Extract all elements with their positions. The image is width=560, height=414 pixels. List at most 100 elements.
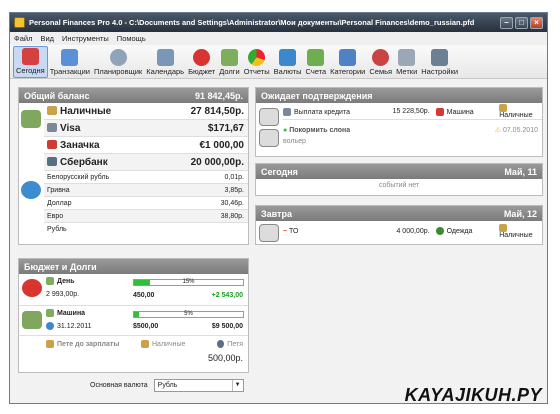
toolbar-categories[interactable]: Категории bbox=[328, 46, 367, 78]
menu-help[interactable]: Помощь bbox=[117, 34, 146, 43]
minimize-button[interactable]: – bbox=[500, 16, 513, 29]
accounts-icon bbox=[21, 110, 41, 128]
currency-row[interactable]: Белорусский рубль 0,01р. bbox=[44, 171, 248, 184]
main-currency-select[interactable]: Рубль ▼ bbox=[153, 379, 244, 392]
budget-car-row[interactable]: Машина 31.12.2011 5% $500,00 $9 500,00 bbox=[19, 306, 248, 336]
toolbar-transactions[interactable]: Транзакции bbox=[48, 46, 92, 78]
account-row-visa[interactable]: Visa $171,67 bbox=[44, 120, 248, 137]
card-icon bbox=[283, 107, 291, 116]
menu-bar: Файл Вид Инструменты Помощь bbox=[10, 32, 547, 45]
today-date: Май, 11 bbox=[504, 166, 537, 177]
pending-title: Ожидает подтверждения bbox=[261, 90, 373, 101]
toolbar-reports[interactable]: Отчеты bbox=[242, 46, 272, 78]
toolbar-label: Долги bbox=[219, 67, 240, 76]
budget-car-date: 31.12.2011 bbox=[57, 322, 92, 330]
budget-day-left: +2 543,00 bbox=[211, 292, 243, 299]
menu-tools[interactable]: Инструменты bbox=[62, 34, 109, 43]
debt-row[interactable]: Пете до зарплаты Наличные Петя 500,00р. bbox=[19, 336, 248, 370]
cash-icon bbox=[499, 104, 508, 112]
cash-icon bbox=[47, 106, 57, 116]
tomorrow-item-amount: 4 000,00р. bbox=[396, 227, 430, 235]
budget-car-total: $9 500,00 bbox=[211, 323, 243, 330]
toolbar-budget[interactable]: Бюджет bbox=[186, 46, 217, 78]
pending-panel: Ожидает подтверждения Выплата кредита 15… bbox=[255, 87, 543, 157]
progress-percent: 5% bbox=[184, 311, 193, 317]
transactions-icon bbox=[61, 49, 79, 66]
toolbar-label: Сегодня bbox=[16, 66, 45, 75]
pending-item[interactable]: Выплата кредита 15 228,50р. Машина Налич… bbox=[283, 104, 542, 120]
tomorrow-header: Завтра Май, 12 bbox=[256, 206, 542, 221]
piggy-bank-icon bbox=[22, 279, 42, 297]
accounts-list: Наличные 27 814,50р. Visa $171,67 Заначка €… bbox=[44, 103, 248, 171]
debt-amount: 500,00р. bbox=[207, 353, 243, 363]
today-title: Сегодня bbox=[261, 166, 298, 177]
toolbar-label: Календарь bbox=[146, 67, 185, 76]
toolbar-scheduler[interactable]: Планировщик bbox=[92, 46, 144, 78]
balance-title: Общий баланс bbox=[24, 90, 90, 101]
pending-item-account: Наличные bbox=[499, 112, 533, 119]
toolbar: Сегодня Транзакции Планировщик Календарь… bbox=[10, 45, 547, 79]
pending-item-amount: 15 228,50р. bbox=[392, 108, 430, 115]
toolbar-label: Бюджет bbox=[188, 67, 216, 76]
day-icon bbox=[46, 277, 54, 285]
toolbar-debts[interactable]: Долги bbox=[217, 46, 241, 78]
currency-row[interactable]: Евро 38,80р. bbox=[44, 210, 248, 223]
budget-day-amount: 2 993,00р. bbox=[46, 291, 80, 298]
currency-value: 38,80р. bbox=[220, 212, 244, 220]
budget-panel: Бюджет и Долги День 2 993,00р. 15% 450,0… bbox=[18, 258, 249, 373]
toolbar-label: Категории bbox=[330, 67, 366, 76]
account-row-cash[interactable]: Наличные 27 814,50р. bbox=[44, 103, 248, 120]
task-name: Покормить слона bbox=[289, 126, 351, 134]
maximize-button[interactable]: □ bbox=[515, 16, 528, 29]
expense-minus-icon: − bbox=[283, 227, 288, 235]
tomorrow-panel: Завтра Май, 12 − ТО 4 000,00р. Одежда Нал… bbox=[255, 205, 543, 245]
account-name: Заначка bbox=[60, 139, 100, 151]
toolbar-currencies[interactable]: Валюты bbox=[272, 46, 304, 78]
warning-icon: ⚠ bbox=[494, 127, 501, 134]
pending-task[interactable]: ● Покормить слона ⚠ 07.05.2010 bbox=[283, 123, 538, 137]
currency-row[interactable]: Доллар 30,46р. bbox=[44, 197, 248, 210]
app-icon bbox=[14, 17, 25, 28]
calendar-today-icon bbox=[21, 48, 39, 65]
budget-car-name: Машина bbox=[57, 309, 86, 317]
menu-view[interactable]: Вид bbox=[40, 34, 54, 43]
categories-icon bbox=[339, 49, 357, 66]
budget-day-progress: 15% bbox=[133, 279, 244, 286]
person-icon bbox=[217, 340, 225, 348]
stash-icon bbox=[47, 140, 57, 150]
car-icon bbox=[46, 309, 54, 317]
cash-icon bbox=[141, 340, 149, 348]
toolbar-settings[interactable]: Настройки bbox=[419, 46, 460, 78]
toolbar-today[interactable]: Сегодня bbox=[13, 46, 48, 78]
toolbar-calendar[interactable]: Календарь bbox=[144, 46, 186, 78]
currency-name: Рубль bbox=[47, 226, 67, 233]
card-icon bbox=[47, 123, 57, 133]
toolbar-tags[interactable]: Метки bbox=[394, 46, 419, 78]
account-row-sberbank[interactable]: Сбербанк 20 000,00р. bbox=[44, 154, 248, 171]
currency-row[interactable]: Гривна 3,85р. bbox=[44, 184, 248, 197]
account-value: 27 814,50р. bbox=[190, 105, 244, 117]
close-button[interactable]: × bbox=[530, 16, 543, 29]
balance-panel: Общий баланс 91 842,45р. Наличные 27 814,5… bbox=[18, 87, 249, 245]
toolbar-label: Отчеты bbox=[243, 67, 270, 76]
task-dot-icon: ● bbox=[283, 126, 288, 134]
budget-day-name: День bbox=[57, 277, 75, 285]
account-name: Наличные bbox=[60, 105, 112, 117]
calendar-icon bbox=[156, 49, 174, 66]
currency-value: 30,46р. bbox=[220, 199, 244, 207]
menu-file[interactable]: Файл bbox=[14, 34, 32, 43]
toolbar-accounts[interactable]: Счета bbox=[303, 46, 328, 78]
scheduler-icon bbox=[109, 49, 127, 66]
tomorrow-item[interactable]: − ТО 4 000,00р. Одежда Наличные bbox=[283, 222, 542, 240]
currency-row[interactable]: Рубль bbox=[44, 223, 248, 236]
budget-car-progress: 5% bbox=[133, 311, 244, 318]
toolbar-family[interactable]: Семья bbox=[367, 46, 394, 78]
tomorrow-date: Май, 12 bbox=[503, 208, 537, 219]
account-row-stash[interactable]: Заначка €1 000,00 bbox=[44, 137, 248, 154]
debt-person: Петя bbox=[227, 340, 243, 348]
toolbar-label: Планировщик bbox=[93, 67, 143, 76]
currency-value: 0,01р. bbox=[224, 173, 244, 181]
budget-day-row[interactable]: День 2 993,00р. 15% 450,00 +2 543,00 bbox=[19, 274, 248, 306]
clock-icon bbox=[46, 322, 54, 330]
pending-item-category: Машина bbox=[446, 108, 474, 116]
